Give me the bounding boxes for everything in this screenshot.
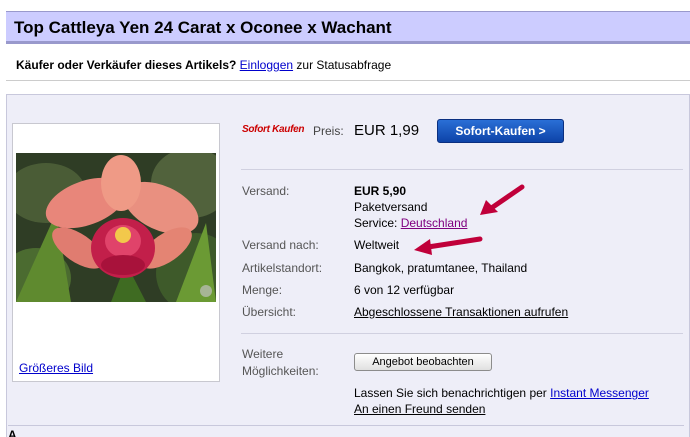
service-prefix: Service: xyxy=(354,216,398,230)
quantity-value: 6 von 12 verfügbar xyxy=(354,283,455,297)
options-label-1: Weitere xyxy=(242,347,284,361)
send-to-friend-link[interactable]: An einen Freund senden xyxy=(354,402,485,416)
location-value: Bangkok, pratumtanee, Thailand xyxy=(354,261,528,275)
bigger-image-link[interactable]: Größeres Bild xyxy=(19,361,93,375)
orchid-image xyxy=(16,153,216,302)
listing-title: Top Cattleya Yen 24 Carat x Oconee x Wac… xyxy=(14,18,392,37)
quantity-label: Menge: xyxy=(242,283,283,297)
status-question: Käufer oder Verkäufer dieses Artikels? xyxy=(16,58,237,72)
status-bar: Käufer oder Verkäufer dieses Artikels? E… xyxy=(6,49,690,81)
shipping-label: Versand: xyxy=(242,184,290,198)
price-label: Preis: xyxy=(313,124,344,138)
title-bar: Top Cattleya Yen 24 Carat x Oconee x Wac… xyxy=(6,11,690,44)
shipping-type: Paketversand xyxy=(354,200,428,214)
watch-item-button[interactable]: Angebot beobachten xyxy=(354,353,492,371)
options-label-2: Möglichkeiten: xyxy=(242,364,319,378)
red-arrow-icon xyxy=(414,236,483,255)
service-country-link[interactable]: Deutschland xyxy=(401,216,468,230)
notify-prefix: Lassen Sie sich benachrichtigen per xyxy=(354,386,547,400)
red-arrow-icon xyxy=(480,184,525,215)
overview-label: Übersicht: xyxy=(242,305,297,319)
partial-heading: A... ... ... ... ... xyxy=(8,428,81,437)
sofort-kaufen-logo: Sofort Kaufen xyxy=(242,124,305,135)
status-suffix: zur Statusabfrage xyxy=(296,58,392,72)
instant-messenger-link[interactable]: Instant Messenger xyxy=(550,386,649,400)
divider xyxy=(241,333,683,334)
login-link[interactable]: Einloggen xyxy=(240,58,293,72)
buy-now-button[interactable]: Sofort-Kaufen > xyxy=(437,119,564,143)
location-label: Artikelstandort: xyxy=(242,261,323,275)
status-line: Käufer oder Verkäufer dieses Artikels? E… xyxy=(16,58,391,72)
ships-to-value: Weltweit xyxy=(354,238,400,252)
orchid-photo[interactable] xyxy=(16,153,216,302)
shipping-cost: EUR 5,90 xyxy=(354,184,407,198)
transactions-link[interactable]: Abgeschlossene Transaktionen aufrufen xyxy=(354,305,568,319)
service-line: Service: Deutschland xyxy=(354,216,467,230)
price-value: EUR 1,99 xyxy=(354,122,420,139)
notify-line: Lassen Sie sich benachrichtigen per Inst… xyxy=(354,386,649,400)
divider xyxy=(241,169,683,170)
ships-to-label: Versand nach: xyxy=(242,238,319,252)
divider xyxy=(8,425,684,426)
